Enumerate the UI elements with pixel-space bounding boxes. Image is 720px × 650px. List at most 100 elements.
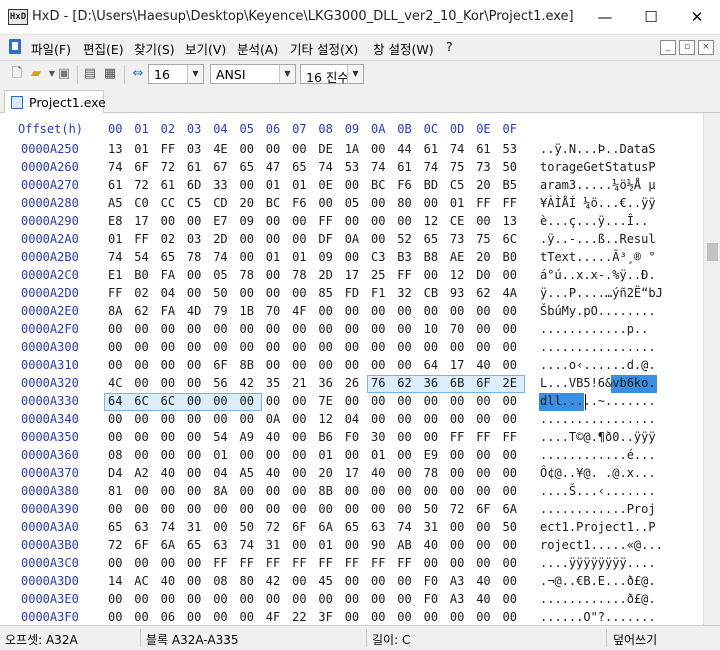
hex-byte[interactable]: 00 <box>450 538 470 552</box>
hex-byte[interactable]: 72 <box>108 538 128 552</box>
chevron-down-icon[interactable]: ▼ <box>347 65 363 83</box>
hex-byte[interactable]: 08 <box>108 448 128 462</box>
hex-byte[interactable]: BC <box>371 178 391 192</box>
hex-byte[interactable]: 20 <box>240 196 260 210</box>
hex-byte[interactable]: 73 <box>476 160 496 174</box>
hex-byte[interactable]: 00 <box>213 340 233 354</box>
row-ascii[interactable]: ................ <box>540 340 656 354</box>
hex-byte[interactable]: 00 <box>345 610 365 624</box>
hex-byte[interactable]: 00 <box>424 304 444 318</box>
hex-byte[interactable]: 00 <box>424 556 444 570</box>
hex-byte[interactable]: FF <box>318 214 338 228</box>
hex-byte[interactable]: 75 <box>450 160 470 174</box>
hex-byte[interactable]: 00 <box>187 502 207 516</box>
hex-byte[interactable]: E7 <box>213 214 233 228</box>
hex-byte[interactable]: 00 <box>161 340 181 354</box>
hex-byte[interactable]: 01 <box>450 196 470 210</box>
hex-byte[interactable]: 67 <box>213 160 233 174</box>
hex-byte[interactable]: 01 <box>371 448 391 462</box>
hex-byte[interactable]: 72 <box>134 178 154 192</box>
hex-byte[interactable]: 00 <box>240 340 260 354</box>
hex-byte[interactable]: 72 <box>266 520 286 534</box>
new-file-icon[interactable]: 🗋 <box>9 66 25 82</box>
hex-byte[interactable]: 61 <box>187 160 207 174</box>
hex-byte[interactable]: 74 <box>318 160 338 174</box>
hex-byte[interactable]: 12 <box>450 268 470 282</box>
hex-byte[interactable]: 00 <box>345 502 365 516</box>
hex-byte[interactable]: 00 <box>108 610 128 624</box>
hex-byte[interactable]: 00 <box>187 430 207 444</box>
hex-byte[interactable]: 74 <box>240 538 260 552</box>
hex-byte[interactable]: 17 <box>345 268 365 282</box>
hex-byte[interactable]: 01 <box>213 448 233 462</box>
hex-byte[interactable]: 00 <box>318 340 338 354</box>
hex-byte[interactable]: 00 <box>397 466 417 480</box>
hex-byte[interactable]: 75 <box>476 232 496 246</box>
hex-byte[interactable]: 00 <box>240 394 260 408</box>
hex-byte[interactable]: 4A <box>503 286 523 300</box>
hex-byte[interactable]: 78 <box>187 250 207 264</box>
hex-byte[interactable]: 00 <box>266 286 286 300</box>
hex-byte[interactable]: 64 <box>424 358 444 372</box>
hex-byte[interactable]: 6F <box>134 160 154 174</box>
hex-byte[interactable]: 6F <box>476 376 496 390</box>
hex-byte[interactable]: 00 <box>292 448 312 462</box>
hex-byte[interactable]: 00 <box>108 358 128 372</box>
hex-byte[interactable]: 00 <box>397 502 417 516</box>
hex-byte[interactable]: 01 <box>266 178 286 192</box>
hex-byte[interactable]: 00 <box>371 502 391 516</box>
hex-byte[interactable]: 00 <box>397 592 417 606</box>
hex-byte[interactable]: 00 <box>187 484 207 498</box>
hex-byte[interactable]: 00 <box>240 250 260 264</box>
hex-byte[interactable]: 00 <box>187 358 207 372</box>
hex-byte[interactable]: 00 <box>134 340 154 354</box>
hex-byte[interactable]: C5 <box>450 178 470 192</box>
hex-byte[interactable]: 00 <box>503 538 523 552</box>
hex-byte[interactable]: 00 <box>397 304 417 318</box>
hex-byte[interactable]: 00 <box>345 592 365 606</box>
hex-byte[interactable]: 00 <box>161 502 181 516</box>
hex-byte[interactable]: 81 <box>108 484 128 498</box>
hex-byte[interactable]: 00 <box>371 232 391 246</box>
hex-byte[interactable]: 00 <box>345 178 365 192</box>
hex-byte[interactable]: 01 <box>318 448 338 462</box>
hex-byte[interactable]: 00 <box>213 520 233 534</box>
tab-project1-exe[interactable]: Project1.exe <box>4 90 106 113</box>
hex-byte[interactable]: 17 <box>450 358 470 372</box>
hex-byte[interactable]: 00 <box>108 556 128 570</box>
hex-byte[interactable]: 01 <box>292 250 312 264</box>
hex-byte[interactable]: 61 <box>161 178 181 192</box>
hex-byte[interactable]: 90 <box>371 538 391 552</box>
hex-byte[interactable]: 09 <box>240 214 260 228</box>
hex-byte[interactable]: 00 <box>424 430 444 444</box>
hex-byte[interactable]: 00 <box>371 358 391 372</box>
hex-byte[interactable]: 0A <box>266 412 286 426</box>
hex-byte[interactable]: 04 <box>161 286 181 300</box>
hex-byte[interactable]: 61 <box>397 160 417 174</box>
hex-byte[interactable]: 00 <box>240 502 260 516</box>
hex-byte[interactable]: 72 <box>161 160 181 174</box>
hex-byte[interactable]: 6A <box>161 538 181 552</box>
hex-byte[interactable]: 93 <box>450 286 470 300</box>
hex-byte[interactable]: 26 <box>345 376 365 390</box>
hex-byte[interactable]: 6F <box>213 358 233 372</box>
hex-byte[interactable]: 00 <box>266 322 286 336</box>
hex-byte[interactable]: 00 <box>292 592 312 606</box>
hex-byte[interactable]: 02 <box>161 232 181 246</box>
hex-byte[interactable]: 00 <box>161 412 181 426</box>
hex-byte[interactable]: 00 <box>450 556 470 570</box>
hex-byte[interactable]: 1A <box>345 142 365 156</box>
hex-byte[interactable]: 12 <box>318 412 338 426</box>
hex-byte[interactable]: 00 <box>345 394 365 408</box>
hex-byte[interactable]: 00 <box>134 502 154 516</box>
hex-byte[interactable]: 00 <box>292 466 312 480</box>
hex-byte[interactable]: 79 <box>213 304 233 318</box>
hex-byte[interactable]: 31 <box>187 520 207 534</box>
hex-byte[interactable]: 00 <box>345 358 365 372</box>
hex-byte[interactable]: FF <box>345 556 365 570</box>
hex-byte[interactable]: AB <box>397 538 417 552</box>
row-ascii[interactable]: ............Proj <box>540 502 656 516</box>
hex-byte[interactable]: FF <box>213 556 233 570</box>
hex-byte[interactable]: D0 <box>476 268 496 282</box>
hex-byte[interactable]: 00 <box>450 304 470 318</box>
